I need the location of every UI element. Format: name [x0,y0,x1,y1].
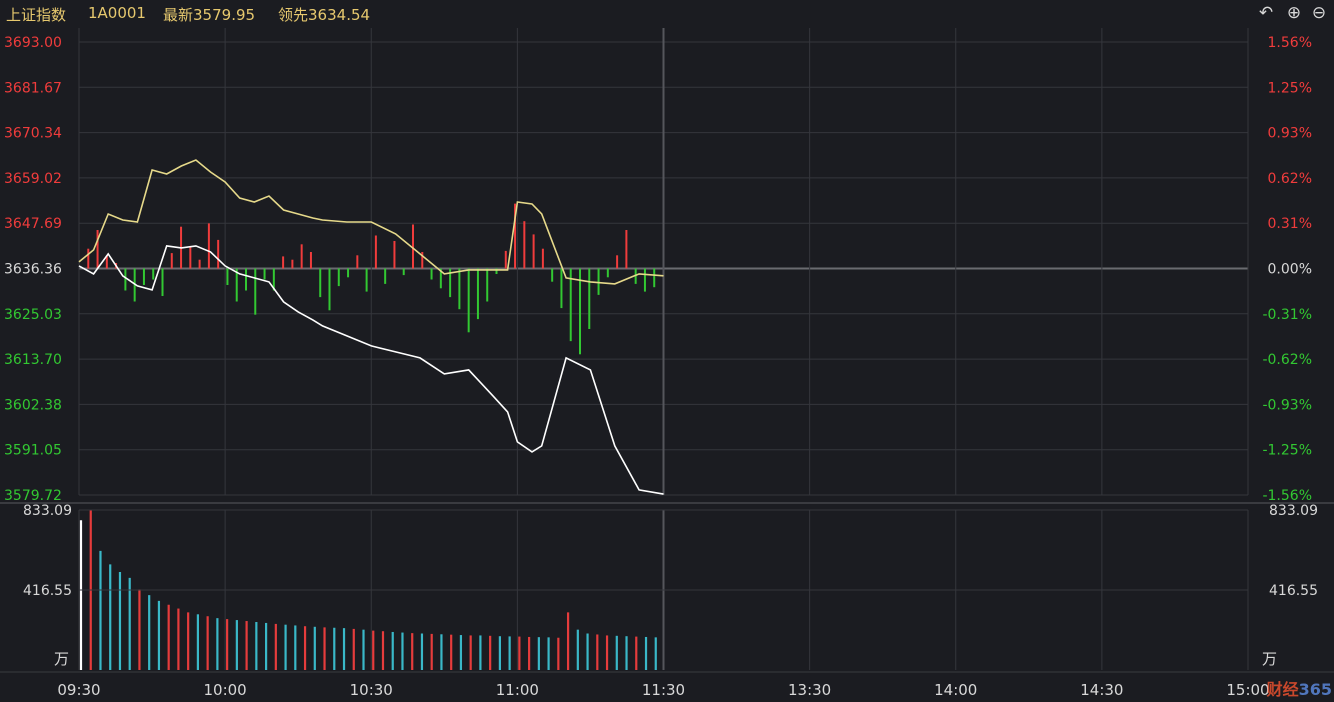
y-tick-left: 3613.70 [4,352,62,368]
y-tick-right: -0.62% [1262,352,1312,368]
x-tick: 11:00 [496,681,539,699]
y-tick-right: -0.31% [1262,307,1312,323]
intraday-chart: 3693.00 1.56% 3681.67 1.25% 3670.34 0.93% 3659… [0,28,1334,699]
y-tick-right: -1.56% [1262,488,1312,504]
y-tick-right: -1.25% [1262,443,1312,459]
volume-unit-left: 万 [54,650,69,668]
y-tick-right: 0.93% [1268,126,1312,142]
y-tick-right: -0.93% [1262,397,1312,413]
x-tick: 14:00 [934,681,977,699]
y-tick-left: 3693.00 [4,35,62,51]
x-tick: 13:30 [788,681,831,699]
y-tick-left: 3636.36 [4,262,62,278]
y-tick-left: 3591.05 [4,443,62,459]
x-tick: 10:00 [204,681,247,699]
x-tick: 15:00 [1226,681,1269,699]
y-tick-right: 0.00% [1268,262,1312,278]
volume-tick-left: 833.09 [23,503,72,519]
x-tick: 14:30 [1080,681,1123,699]
y-tick-left: 3579.72 [4,488,62,504]
volume-tick-left: 416.55 [23,583,72,599]
y-tick-left: 3602.38 [4,397,62,413]
y-tick-right: 1.56% [1268,35,1312,51]
volume-unit-right: 万 [1262,650,1277,668]
volume-tick-right: 833.09 [1269,503,1318,519]
y-tick-left: 3659.02 [4,171,62,187]
y-tick-right: 0.31% [1268,216,1312,232]
x-tick: 11:30 [642,681,685,699]
y-tick-left: 3681.67 [4,80,62,96]
y-tick-left: 3647.69 [4,216,62,232]
y-tick-right: 0.62% [1268,171,1312,187]
y-tick-left: 3670.34 [4,126,62,142]
x-tick: 10:30 [350,681,393,699]
watermark-logo: 财经365 [1266,680,1332,699]
y-tick-right: 1.25% [1268,80,1312,96]
y-tick-left: 3625.03 [4,307,62,323]
volume-tick-right: 416.55 [1269,583,1318,599]
x-tick: 09:30 [57,681,100,699]
